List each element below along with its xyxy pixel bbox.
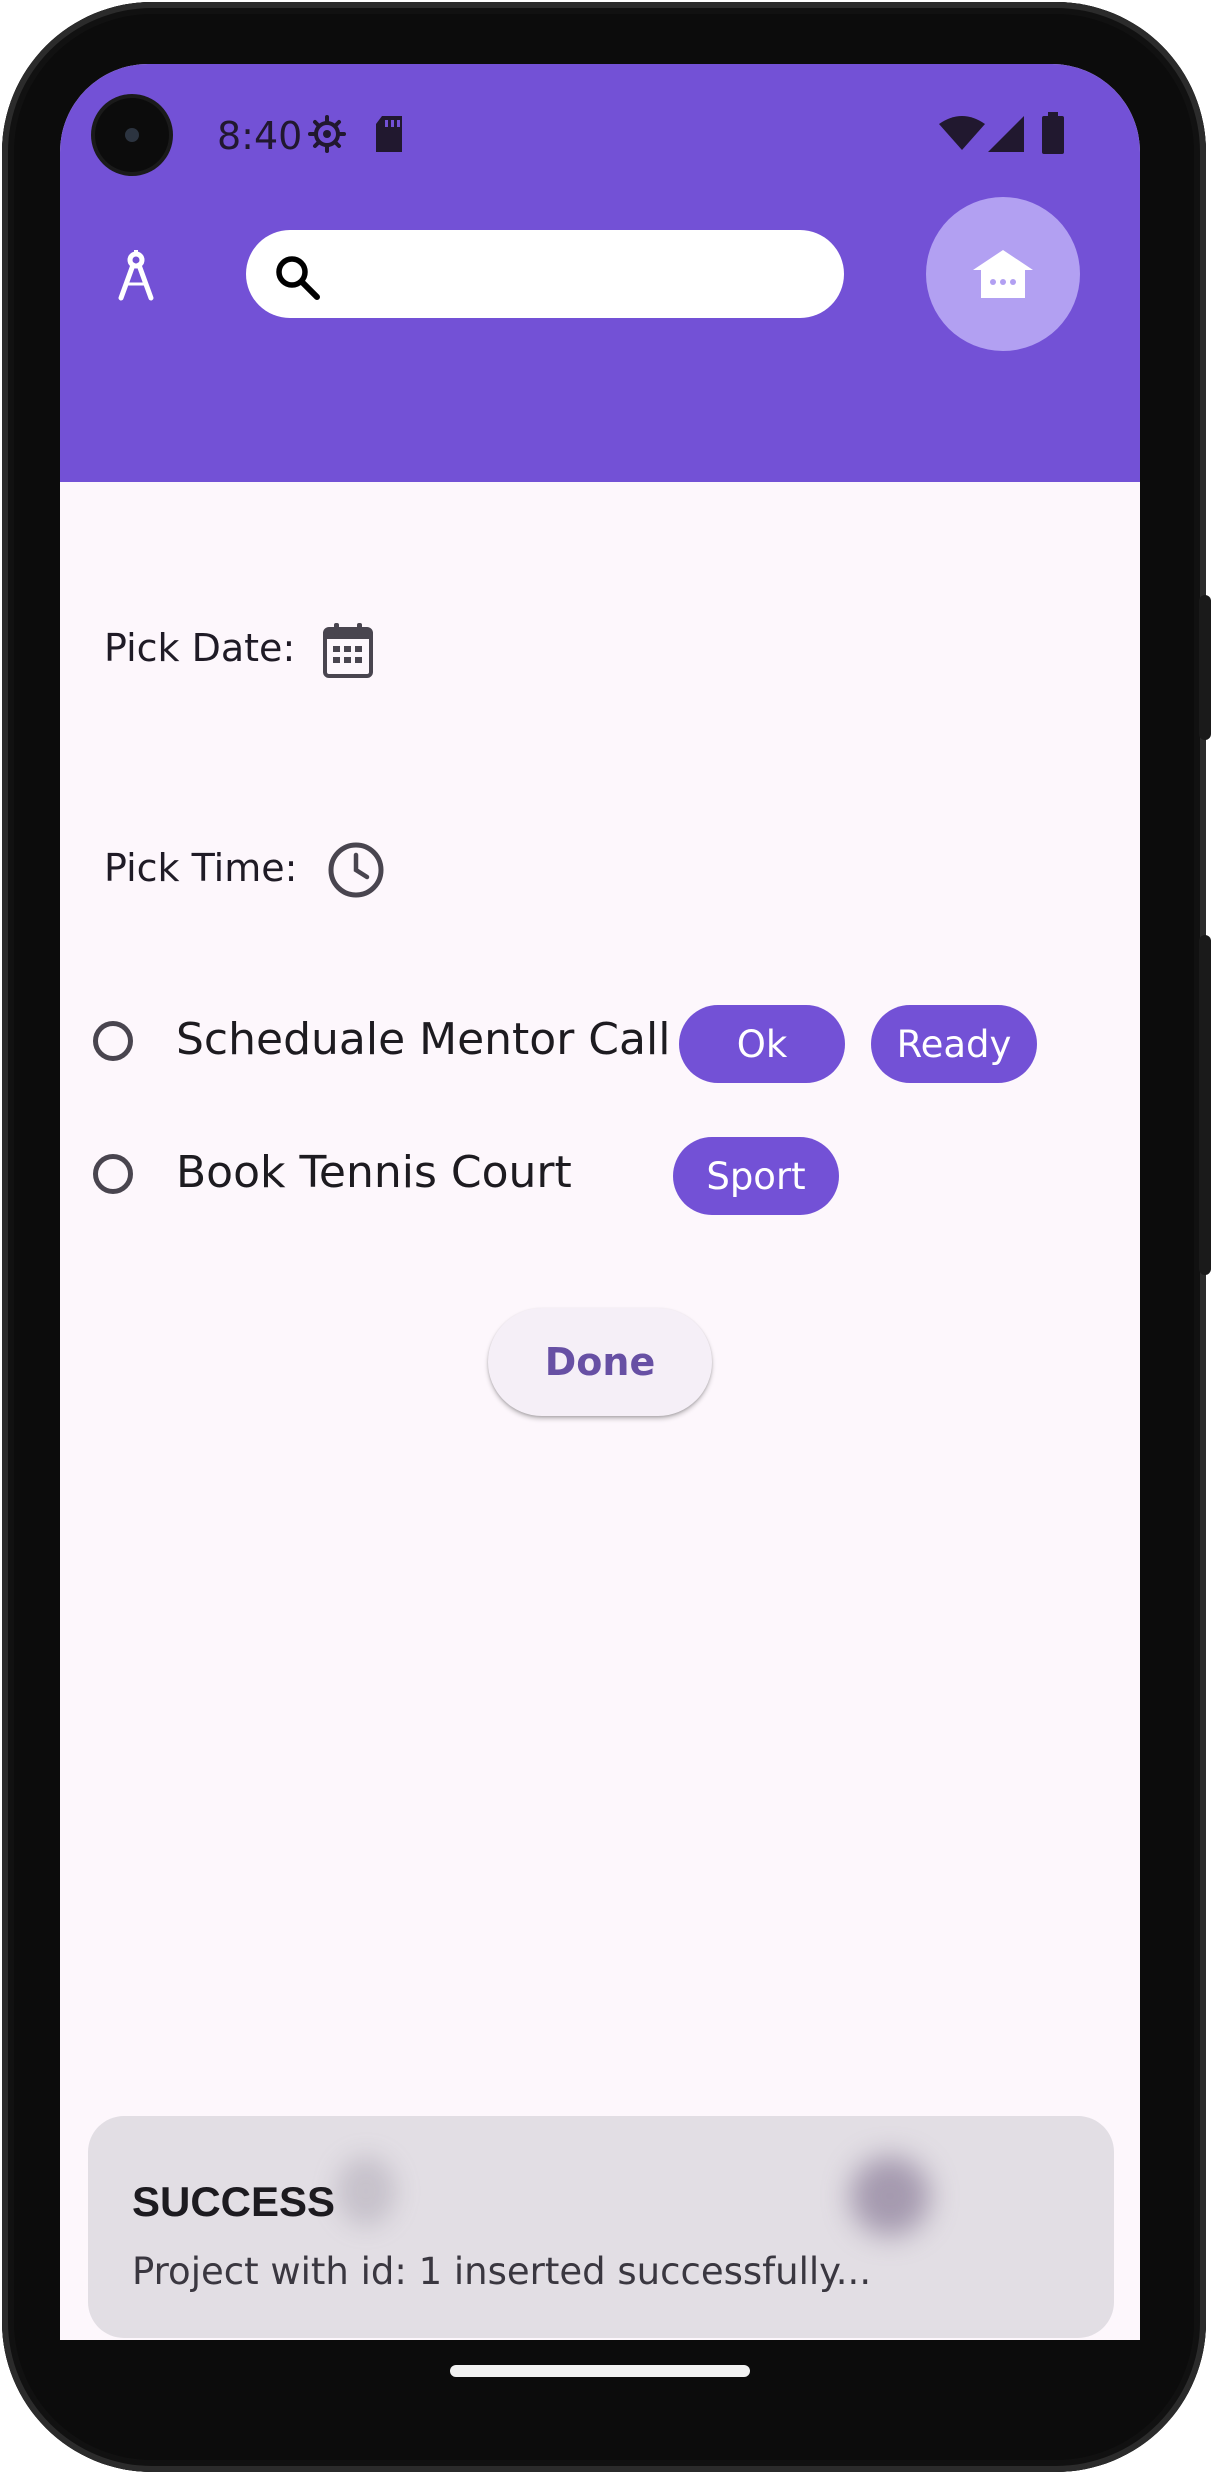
tag-chip[interactable]: Ready bbox=[871, 1005, 1037, 1083]
battery-icon bbox=[1042, 112, 1064, 154]
calendar-icon bbox=[323, 623, 373, 678]
home-button[interactable] bbox=[926, 197, 1080, 351]
task-title: Book Tennis Court bbox=[176, 1147, 572, 1198]
clock-icon bbox=[328, 842, 384, 898]
settings-icon bbox=[308, 115, 346, 153]
pick-date-button[interactable] bbox=[317, 619, 379, 681]
tag-chip[interactable]: Ok bbox=[679, 1005, 845, 1083]
snackbar-blur bbox=[336, 2156, 396, 2226]
search-icon bbox=[276, 256, 320, 300]
signal-icon bbox=[988, 116, 1024, 152]
snackbar-title: SUCCESS bbox=[132, 2178, 336, 2225]
pick-time-button[interactable] bbox=[325, 839, 387, 901]
gesture-nav-handle[interactable] bbox=[450, 2365, 750, 2377]
front-camera bbox=[95, 98, 169, 172]
compass-button[interactable] bbox=[100, 239, 172, 311]
wifi-icon bbox=[939, 116, 985, 150]
snackbar-message: Project with id: 1 inserted successfully… bbox=[132, 2250, 872, 2293]
app-bar: 8:40 bbox=[60, 64, 1140, 482]
pick-date-label: Pick Date: bbox=[104, 626, 296, 670]
home-icon bbox=[973, 250, 1033, 298]
task-radio[interactable] bbox=[93, 1154, 133, 1194]
app-screen: 8:40 Pick Date: Pick Time: Scheduale Men… bbox=[60, 64, 1140, 2340]
search-bar[interactable] bbox=[246, 230, 844, 318]
tag-chip[interactable]: Sport bbox=[673, 1137, 839, 1215]
search-input[interactable] bbox=[336, 248, 820, 302]
power-button bbox=[1199, 595, 1211, 740]
snackbar-blur bbox=[850, 2156, 930, 2236]
status-time: 8:40 bbox=[217, 114, 303, 158]
task-title: Scheduale Mentor Call bbox=[176, 1014, 671, 1065]
success-snackbar: SUCCESS Project with id: 1 inserted succ… bbox=[88, 2116, 1114, 2338]
done-button[interactable]: Done bbox=[488, 1308, 712, 1416]
compass-icon bbox=[118, 250, 154, 301]
volume-button bbox=[1199, 935, 1211, 1275]
sd-card-icon bbox=[376, 116, 402, 152]
pick-time-label: Pick Time: bbox=[104, 846, 298, 890]
task-radio[interactable] bbox=[93, 1021, 133, 1061]
